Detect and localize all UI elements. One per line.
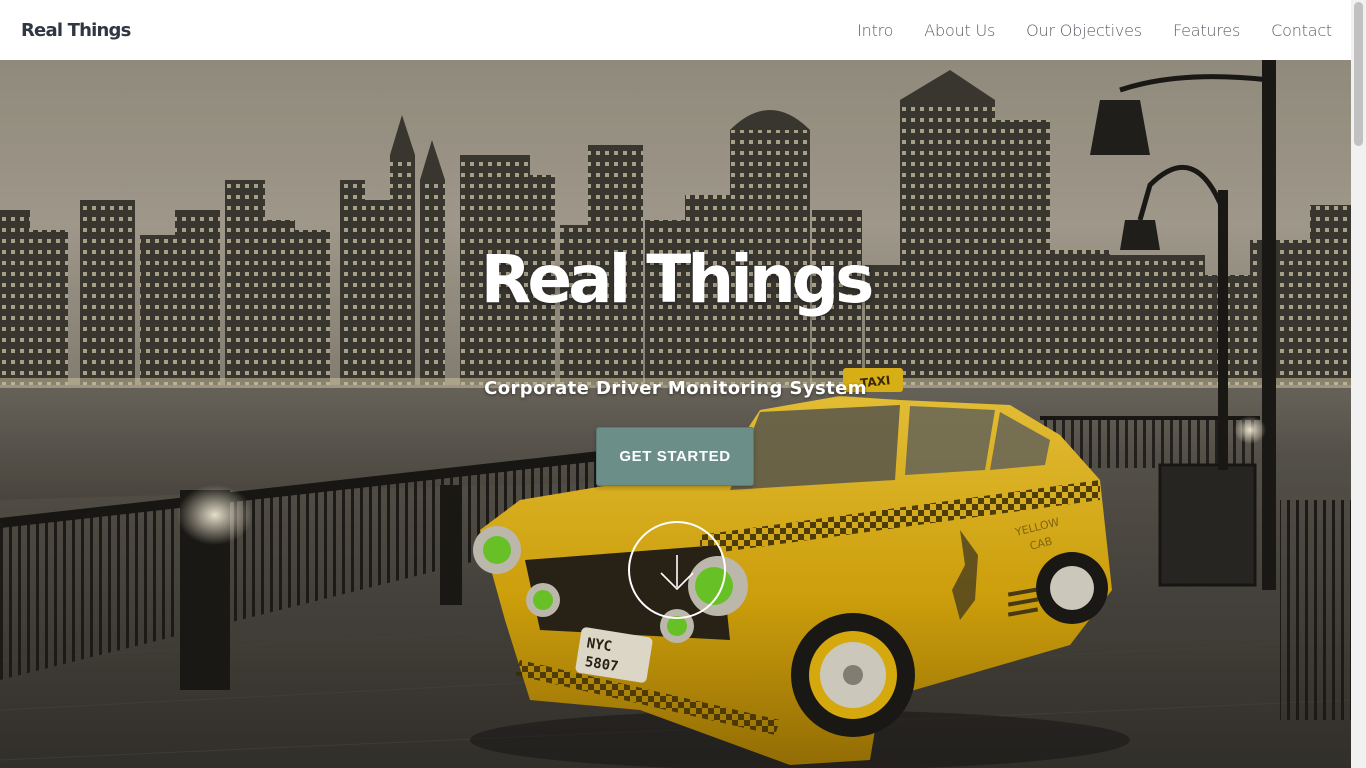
nav-link-features[interactable]: Features <box>1173 21 1240 40</box>
nav-links: Intro About Us Our Objectives Features C… <box>857 21 1332 40</box>
get-started-button[interactable]: GET STARTED <box>596 427 754 486</box>
page-scrollbar[interactable] <box>1351 0 1366 768</box>
hero-title: Real Things <box>480 241 875 319</box>
scrollbar-thumb[interactable] <box>1354 2 1363 146</box>
nav-link-about-us[interactable]: About Us <box>924 21 995 40</box>
top-navbar: Real Things Intro About Us Our Objective… <box>0 0 1351 60</box>
nav-link-contact[interactable]: Contact <box>1271 21 1332 40</box>
nav-link-our-objectives[interactable]: Our Objectives <box>1026 21 1142 40</box>
arrow-down-icon <box>660 555 694 591</box>
hero-subtitle: Corporate Driver Monitoring System <box>484 378 867 399</box>
nav-link-intro[interactable]: Intro <box>857 21 893 40</box>
hero-section: TAXI NYC 5807 YELLOW CAB Real Things Cor… <box>0 60 1351 768</box>
hero-content: Real Things Corporate Driver Monitoring … <box>0 60 1351 768</box>
brand-logo-link[interactable]: Real Things <box>21 20 131 41</box>
scroll-down-button[interactable] <box>628 521 726 619</box>
